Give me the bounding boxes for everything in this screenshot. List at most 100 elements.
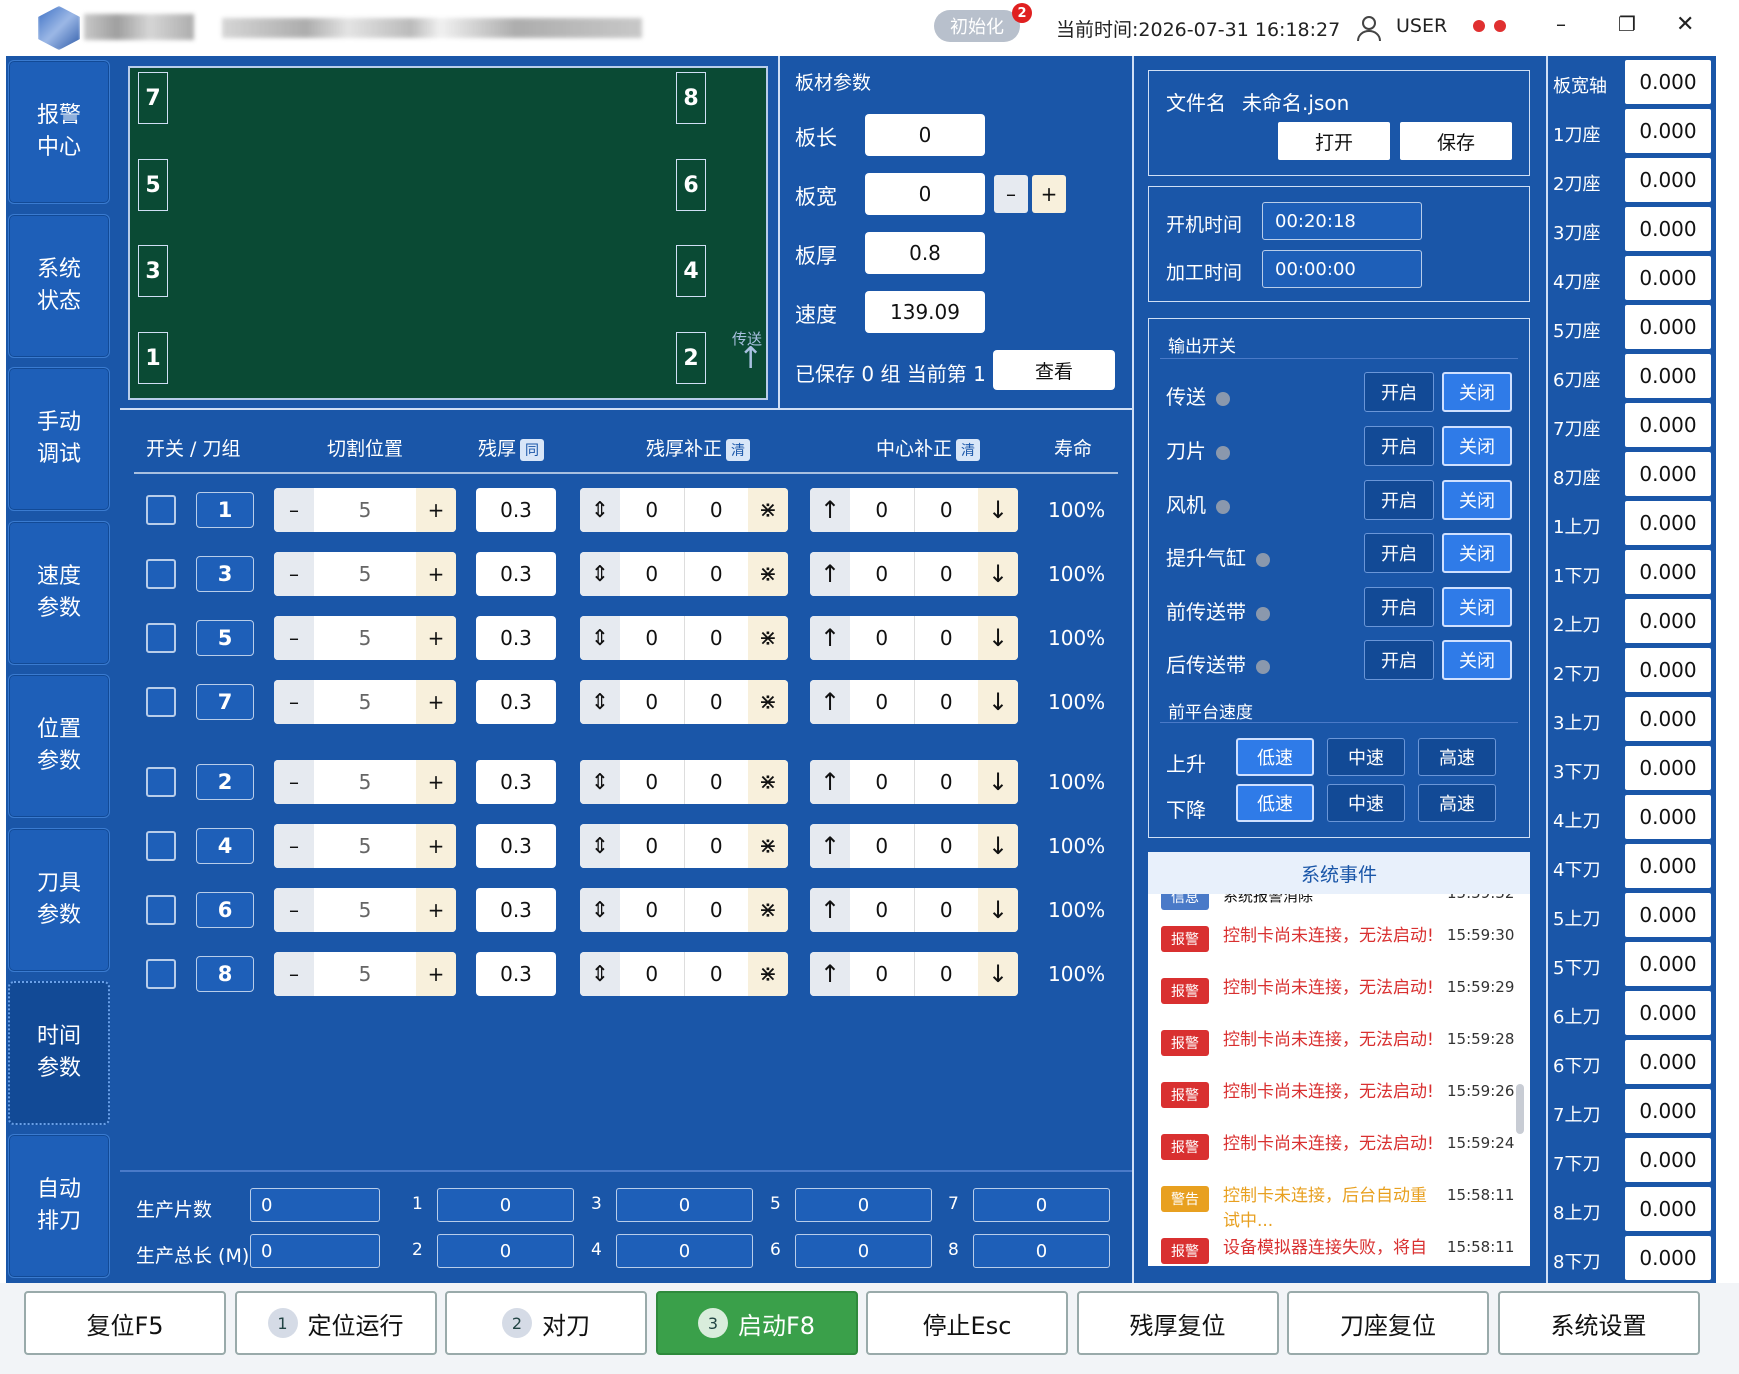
residual-input[interactable]: 0.3: [476, 488, 556, 532]
production-slot-field[interactable]: 0: [437, 1188, 574, 1222]
residual-comp-value-1[interactable]: 0: [620, 760, 684, 804]
cut-position-value[interactable]: 5: [314, 888, 416, 932]
sidebar-item-0[interactable]: 报警 中心: [8, 60, 110, 204]
increment-button[interactable]: +: [416, 888, 456, 932]
output-on-button[interactable]: 开启: [1364, 587, 1434, 627]
sidebar-item-3[interactable]: 速度 参数: [8, 521, 110, 665]
arrow-up-icon[interactable]: ↑: [810, 616, 850, 660]
center-comp-value-2[interactable]: 0: [913, 888, 979, 932]
arrow-down-icon[interactable]: ↓: [978, 616, 1018, 660]
center-comp-value-1[interactable]: 0: [850, 952, 914, 996]
center-comp-value-2[interactable]: 0: [913, 488, 979, 532]
arrow-down-icon[interactable]: ↓: [978, 552, 1018, 596]
residual-comp-value-2[interactable]: 0: [683, 824, 749, 868]
cut-position-stepper[interactable]: –5 +: [274, 552, 456, 596]
output-on-button[interactable]: 开启: [1364, 640, 1434, 680]
center-comp-value-1[interactable]: 0: [850, 616, 914, 660]
board-speed-input[interactable]: 139.09: [865, 291, 985, 333]
down-speed-button-1[interactable]: 中速: [1327, 784, 1405, 822]
residual-comp-value-1[interactable]: 0: [620, 824, 684, 868]
row-checkbox[interactable]: [146, 559, 176, 589]
output-off-button[interactable]: 关闭: [1442, 640, 1512, 680]
user-label[interactable]: USER: [1396, 15, 1447, 37]
decrement-button[interactable]: –: [274, 888, 314, 932]
cut-position-value[interactable]: 5: [314, 952, 416, 996]
residual-comp-clear-button[interactable]: 清: [726, 438, 751, 461]
cut-position-value[interactable]: 5: [314, 552, 416, 596]
residual-comp-control[interactable]: ⇕ 0 0 ⋇: [580, 824, 788, 868]
sidebar-item-2[interactable]: 手动 调试: [8, 367, 110, 511]
sidebar-item-1[interactable]: 系统 状态: [8, 214, 110, 358]
sidebar-item-5[interactable]: 刀具 参数: [8, 828, 110, 972]
arrow-up-icon[interactable]: ↑: [810, 680, 850, 724]
bottom-button-0[interactable]: 复位F5: [24, 1291, 226, 1355]
residual-comp-value-1[interactable]: 0: [620, 616, 684, 660]
cut-position-value[interactable]: 5: [314, 824, 416, 868]
board-thickness-input[interactable]: 0.8: [865, 232, 985, 274]
residual-comp-value-2[interactable]: 0: [683, 680, 749, 724]
decrement-button[interactable]: –: [274, 616, 314, 660]
production-slot-field[interactable]: 0: [616, 1188, 753, 1222]
cut-position-stepper[interactable]: –5 +: [274, 888, 456, 932]
compress-icon[interactable]: ⋇: [748, 680, 788, 724]
compress-icon[interactable]: ⋇: [748, 888, 788, 932]
cut-position-value[interactable]: 5: [314, 760, 416, 804]
expand-icon[interactable]: ⇕: [580, 824, 620, 868]
cut-position-stepper[interactable]: –5 +: [274, 760, 456, 804]
residual-input[interactable]: 0.3: [476, 680, 556, 724]
compress-icon[interactable]: ⋇: [748, 488, 788, 532]
center-comp-value-1[interactable]: 0: [850, 552, 914, 596]
bottom-button-6[interactable]: 刀座复位: [1287, 1291, 1489, 1355]
residual-comp-control[interactable]: ⇕ 0 0 ⋇: [580, 760, 788, 804]
up-speed-button-0[interactable]: 低速: [1236, 738, 1314, 776]
decrement-button[interactable]: –: [274, 824, 314, 868]
close-button[interactable]: ✕: [1676, 12, 1694, 37]
residual-comp-value-2[interactable]: 0: [683, 952, 749, 996]
cut-position-value[interactable]: 5: [314, 680, 416, 724]
output-off-button[interactable]: 关闭: [1442, 372, 1512, 412]
row-checkbox[interactable]: [146, 895, 176, 925]
cut-position-stepper[interactable]: –5 +: [274, 680, 456, 724]
bottom-button-1[interactable]: 1 定位运行: [234, 1291, 437, 1355]
cut-position-stepper[interactable]: –5 +: [274, 488, 456, 532]
row-checkbox[interactable]: [146, 687, 176, 717]
residual-comp-control[interactable]: ⇕ 0 0 ⋇: [580, 952, 788, 996]
residual-comp-value-1[interactable]: 0: [620, 888, 684, 932]
sidebar-item-7[interactable]: 自动 排刀: [8, 1134, 110, 1278]
production-slot-field[interactable]: 0: [795, 1188, 932, 1222]
board-length-input[interactable]: 0: [865, 114, 985, 156]
increment-button[interactable]: +: [416, 760, 456, 804]
residual-comp-value-1[interactable]: 0: [620, 952, 684, 996]
open-file-button[interactable]: 打开: [1278, 122, 1390, 160]
residual-comp-control[interactable]: ⇕ 0 0 ⋇: [580, 680, 788, 724]
row-checkbox[interactable]: [146, 495, 176, 525]
residual-comp-value-1[interactable]: 0: [620, 488, 684, 532]
up-speed-button-2[interactable]: 高速: [1418, 738, 1496, 776]
center-comp-control[interactable]: ↑ 0 0 ↓: [810, 952, 1018, 996]
center-comp-control[interactable]: ↑ 0 0 ↓: [810, 680, 1018, 724]
board-width-input[interactable]: 0: [865, 173, 985, 215]
arrow-up-icon[interactable]: ↑: [810, 824, 850, 868]
center-comp-control[interactable]: ↑ 0 0 ↓: [810, 616, 1018, 660]
residual-comp-value-1[interactable]: 0: [620, 680, 684, 724]
expand-icon[interactable]: ⇕: [580, 888, 620, 932]
output-off-button[interactable]: 关闭: [1442, 480, 1512, 520]
production-total-field[interactable]: 0: [250, 1234, 380, 1268]
center-comp-value-2[interactable]: 0: [913, 824, 979, 868]
arrow-down-icon[interactable]: ↓: [978, 888, 1018, 932]
residual-input[interactable]: 0.3: [476, 552, 556, 596]
production-slot-field[interactable]: 0: [437, 1234, 574, 1268]
board-width-plus-button[interactable]: +: [1032, 175, 1066, 213]
output-on-button[interactable]: 开启: [1364, 480, 1434, 520]
minimize-button[interactable]: –: [1556, 12, 1566, 36]
production-count-field[interactable]: 0: [250, 1188, 380, 1222]
center-comp-control[interactable]: ↑ 0 0 ↓: [810, 888, 1018, 932]
view-button[interactable]: 查看: [993, 350, 1115, 390]
production-slot-field[interactable]: 0: [973, 1188, 1110, 1222]
decrement-button[interactable]: –: [274, 488, 314, 532]
increment-button[interactable]: +: [416, 824, 456, 868]
output-off-button[interactable]: 关闭: [1442, 533, 1512, 573]
expand-icon[interactable]: ⇕: [580, 680, 620, 724]
cut-position-stepper[interactable]: –5 +: [274, 952, 456, 996]
decrement-button[interactable]: –: [274, 760, 314, 804]
